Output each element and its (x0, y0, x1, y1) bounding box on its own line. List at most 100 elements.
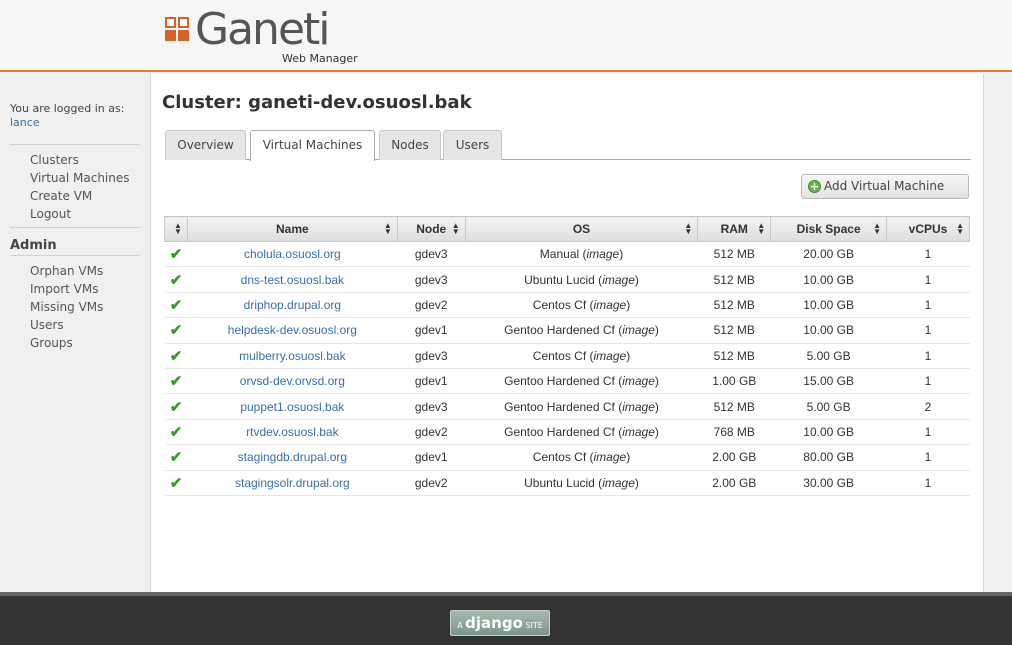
vcpus-cell: 2 (886, 393, 970, 420)
status-cell: ✔ (164, 317, 188, 344)
vm-name-link[interactable]: cholula.osuosl.org (244, 247, 341, 261)
vm-name-link[interactable]: stagingsolr.drupal.org (235, 476, 350, 490)
vm-name-link[interactable]: orvsd-dev.orvsd.org (240, 374, 345, 388)
node-cell: gdev1 (397, 444, 466, 471)
page-title: Cluster: ganeti-dev.osuosl.bak (162, 92, 472, 113)
name-cell: stagingsolr.drupal.org (187, 470, 398, 496)
vm-name-link[interactable]: mulberry.osuosl.bak (239, 349, 346, 363)
table-row: ✔ orvsd-dev.orvsd.org gdev1 Gentoo Hardened… (164, 368, 970, 395)
ram-cell: 1.00 GB (697, 368, 771, 395)
ram-cell: 512 MB (697, 292, 771, 319)
os-cell: Manual (image) (465, 241, 698, 268)
sidebar-item-orphan-vms[interactable]: Orphan VMs (30, 262, 140, 280)
os-cell: Gentoo Hardened Cf (image) (465, 419, 698, 446)
vcpus-cell: 1 (886, 292, 970, 319)
sidebar-item-logout[interactable]: Logout (30, 205, 140, 223)
column-header-ram[interactable]: RAM ▲ ▼ (697, 216, 772, 242)
name-cell: rtvdev.osuosl.bak (187, 419, 398, 446)
sidebar: You are logged in as: lance Clusters Vir… (0, 74, 150, 592)
node-cell: gdev3 (397, 241, 466, 268)
check-icon: ✔ (169, 347, 183, 365)
ram-cell: 512 MB (697, 343, 771, 369)
vcpus-cell: 1 (886, 317, 970, 344)
table-row: ✔ mulberry.osuosl.bak gdev3 Centos Cf (imag… (164, 343, 970, 369)
os-type: image (602, 272, 635, 287)
os-cell: Centos Cf (image) (465, 292, 698, 319)
vm-table: ▲ ▼ Name ▲ ▼ Node ▲ ▼ OS ▲ ▼ RAM ▲ ▼ Disk Space ▲ ▼… (164, 216, 970, 496)
admin-heading: Admin (10, 238, 57, 253)
disk-cell: 10.00 GB (770, 317, 887, 344)
ram-cell: 512 MB (697, 317, 771, 344)
vm-name-link[interactable]: puppet1.osuosl.bak (240, 400, 344, 414)
disk-cell: 20.00 GB (770, 241, 887, 268)
sort-icon: ▲ ▼ (873, 221, 882, 236)
os-name: Gentoo Hardened Cf (504, 424, 615, 439)
check-icon: ✔ (169, 373, 183, 391)
os-name: Centos Cf (532, 450, 587, 465)
django-site-badge[interactable]: A django SITE (450, 610, 550, 636)
vcpus-cell: 1 (886, 419, 970, 446)
vcpus-cell: 1 (886, 368, 970, 395)
node-cell: gdev2 (397, 470, 466, 496)
node-cell: gdev1 (397, 368, 466, 395)
add-button-label: Add Virtual Machine (824, 179, 945, 193)
admin-nav: Orphan VMs Import VMs Missing VMs Users … (10, 255, 140, 356)
column-header-node[interactable]: Node ▲ ▼ (396, 216, 466, 242)
name-cell: helpdesk-dev.osuosl.org (187, 317, 398, 344)
vm-name-link[interactable]: helpdesk-dev.osuosl.org (228, 323, 357, 337)
column-header-vcpus[interactable]: vCPUs ▲ ▼ (886, 216, 970, 242)
sidebar-item-virtual-machines[interactable]: Virtual Machines (30, 169, 140, 187)
os-type: image (622, 399, 655, 414)
vm-name-link[interactable]: driphop.drupal.org (244, 298, 341, 312)
main-content: Cluster: ganeti-dev.osuosl.bak Overview … (150, 74, 984, 592)
sidebar-item-clusters[interactable]: Clusters (30, 151, 140, 169)
plus-circle-icon: + (808, 180, 821, 193)
node-cell: gdev3 (397, 266, 466, 293)
login-label: You are logged in as: (10, 102, 125, 115)
tab-virtual-machines[interactable]: Virtual Machines (250, 130, 375, 161)
add-virtual-machine-button[interactable]: + Add Virtual Machine (801, 174, 969, 199)
ram-cell: 768 MB (697, 419, 771, 446)
sort-icon: ▲ ▼ (684, 221, 693, 236)
disk-cell: 15.00 GB (770, 368, 887, 395)
ganeti-logo[interactable]: Ganeti Web Manager (165, 5, 365, 67)
disk-cell: 30.00 GB (770, 470, 887, 496)
vcpus-cell: 1 (886, 241, 970, 268)
vm-name-link[interactable]: rtvdev.osuosl.bak (246, 425, 339, 439)
os-cell: Gentoo Hardened Cf (image) (465, 368, 698, 395)
tab-overview[interactable]: Overview (165, 130, 246, 160)
username-link[interactable]: lance (10, 116, 40, 129)
os-name: Manual (539, 247, 580, 262)
vcpus-cell: 1 (886, 470, 970, 496)
sidebar-item-users[interactable]: Users (30, 316, 140, 334)
sidebar-item-missing-vms[interactable]: Missing VMs (30, 298, 140, 316)
sidebar-item-groups[interactable]: Groups (30, 334, 140, 352)
status-cell: ✔ (164, 470, 188, 496)
main-nav: Clusters Virtual Machines Create VM Logo… (10, 144, 140, 228)
sort-icon: ▲ ▼ (757, 221, 766, 236)
tab-nodes[interactable]: Nodes (379, 130, 441, 160)
tab-users[interactable]: Users (443, 130, 502, 160)
disk-cell: 10.00 GB (770, 266, 887, 293)
column-header-name[interactable]: Name ▲ ▼ (186, 216, 398, 242)
column-header-status[interactable]: ▲ ▼ (164, 216, 188, 242)
header: Ganeti Web Manager (0, 0, 1012, 72)
check-icon: ✔ (169, 423, 183, 441)
column-header-os[interactable]: OS ▲ ▼ (464, 216, 699, 242)
ram-cell: 512 MB (697, 393, 771, 420)
os-cell: Ubuntu Lucid (image) (465, 470, 698, 496)
name-cell: orvsd-dev.orvsd.org (187, 368, 398, 395)
table-row: ✔ dns-test.osuosl.bak gdev3 Ubuntu Lucid (i… (164, 266, 970, 293)
os-name: Centos Cf (532, 297, 587, 312)
login-info: You are logged in as: lance (10, 102, 124, 130)
os-name: Gentoo Hardened Cf (504, 399, 615, 414)
os-cell: Gentoo Hardened Cf (image) (465, 317, 698, 344)
sidebar-item-create-vm[interactable]: Create VM (30, 187, 140, 205)
logo-squares-icon (165, 17, 191, 43)
vm-name-link[interactable]: stagingdb.drupal.org (238, 450, 347, 464)
vm-name-link[interactable]: dns-test.osuosl.bak (241, 273, 344, 287)
status-cell: ✔ (164, 393, 188, 420)
sidebar-item-import-vms[interactable]: Import VMs (30, 280, 140, 298)
ram-cell: 2.00 GB (697, 470, 771, 496)
column-header-disk-space[interactable]: Disk Space ▲ ▼ (770, 216, 888, 242)
